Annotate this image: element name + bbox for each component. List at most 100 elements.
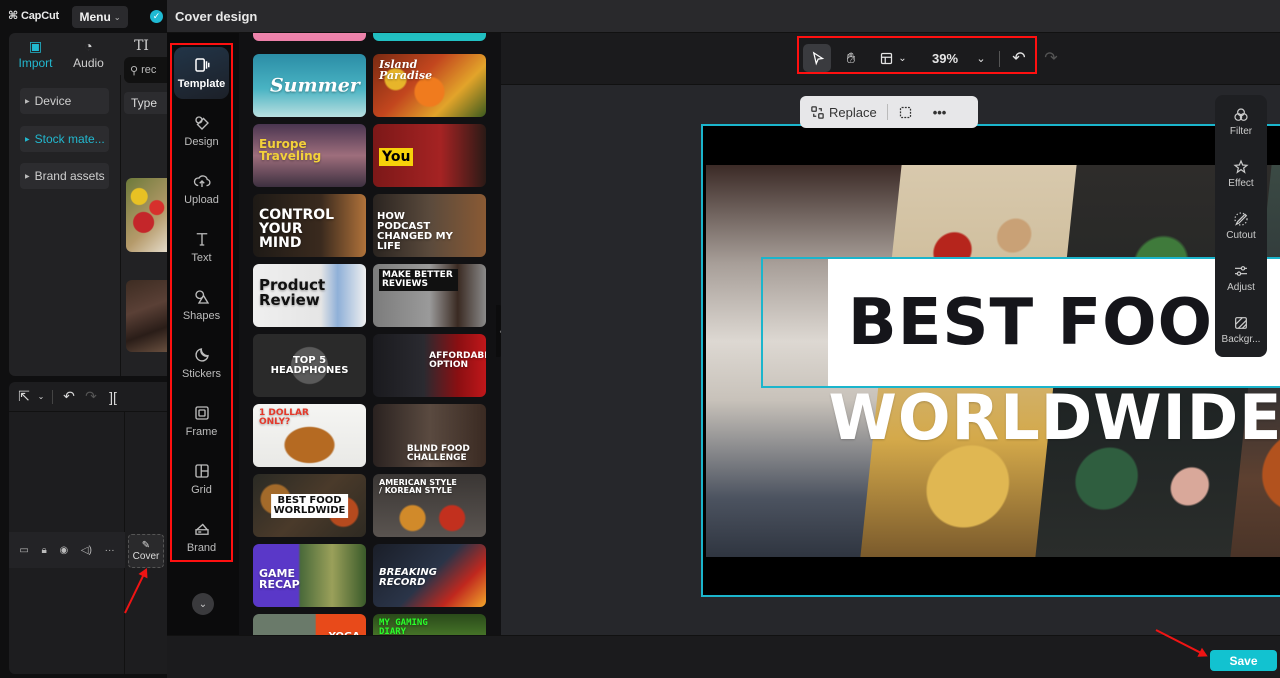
template-title: Europe Traveling (259, 137, 322, 163)
property-rail: Filter Effect Cutout Adjust Backgr... (1215, 95, 1267, 357)
template-title: AFFORDABLE OPTION (429, 351, 486, 370)
search-icon: ⚲ (130, 64, 139, 77)
lock-icon[interactable]: 🔒︎ (41, 545, 46, 556)
template-card-yoga[interactable]: YOGA (253, 614, 366, 635)
replace-button[interactable]: Replace (800, 105, 887, 120)
sync-check-icon: ✓ (150, 10, 163, 23)
prop-filter[interactable]: Filter (1215, 99, 1267, 145)
caret-right-icon: ▶ (25, 173, 30, 180)
track-thumbnail-icon[interactable]: ▭ (19, 545, 28, 556)
nav-item-stock-material[interactable]: ▶ Stock mate... (20, 126, 109, 152)
stock-thumbnail-vegetables[interactable] (126, 178, 170, 252)
prop-label: Backgr... (1221, 334, 1261, 345)
template-card-podcast[interactable]: HOW PODCAST CHANGED MY LIFE (373, 194, 486, 257)
timeline-toolbar: ⇱ ⌄ ↶ ↷ ][ (9, 382, 169, 412)
canvas-area: ✋︎ ⌄ 39% ⌄ ↶ ↷ BEST FOOD WORLDWIDE Repla… (501, 33, 1280, 635)
import-icon: ▣ (28, 38, 43, 54)
edit-pencil-icon: ✎ (141, 540, 151, 551)
template-card-island[interactable]: Island Paradise (373, 54, 486, 117)
template-card-gaming[interactable]: MY GAMING DIARY (373, 614, 486, 635)
effect-icon (1233, 159, 1249, 174)
template-card-pink[interactable] (253, 33, 366, 41)
capcut-logo: ⌘ CapCut (8, 9, 59, 23)
prop-background[interactable]: Backgr... (1215, 307, 1267, 353)
template-title: TOP 5 HEADPHONES (270, 354, 349, 376)
nav-item-brand-assets[interactable]: ▶ Brand assets (20, 163, 109, 189)
template-card-affordable[interactable]: AFFORDABLE OPTION (373, 334, 486, 397)
template-card-product[interactable]: Product Review (253, 264, 366, 327)
prop-adjust[interactable]: Adjust (1215, 255, 1267, 301)
template-title: MAKE BETTER REVIEWS (379, 269, 459, 291)
element-context-bar: Replace ••• (800, 96, 978, 128)
search-value: rec (141, 64, 157, 76)
template-card-pool[interactable] (373, 33, 486, 41)
smart-crop-button[interactable] (888, 105, 923, 120)
more-icon: ••• (932, 104, 947, 120)
split-icon[interactable]: ][ (102, 389, 124, 405)
chevron-down-icon[interactable]: ⌄ (35, 392, 47, 401)
prop-label: Cutout (1226, 230, 1256, 241)
tab-label: Audio (73, 56, 104, 70)
template-card-headphones[interactable]: TOP 5 HEADPHONES (253, 334, 366, 397)
template-title: AMERICAN STYLE / KOREAN STYLE (379, 478, 457, 495)
menu-button[interactable]: Menu ⌄ (72, 6, 128, 28)
template-card-reviews[interactable]: MAKE BETTER REVIEWS (373, 264, 486, 327)
modal-footer (167, 635, 1280, 678)
template-title: HOW PODCAST CHANGED MY LIFE (377, 211, 453, 252)
stock-thumbnail-chocolate[interactable] (126, 280, 170, 352)
cover-button[interactable]: ✎ Cover (128, 534, 164, 568)
logo-text: CapCut (21, 9, 59, 22)
replace-icon (811, 105, 824, 119)
template-card-game[interactable]: GAME RECAP (253, 544, 366, 607)
cover-label: Cover (132, 551, 160, 562)
audio-icon: ◔ (84, 38, 93, 54)
more-options-button[interactable]: ••• (923, 105, 957, 120)
template-card-summer[interactable]: Summer (253, 54, 366, 117)
more-icon[interactable]: ··· (105, 545, 115, 556)
save-button[interactable]: Save (1210, 650, 1277, 671)
selection-box[interactable] (761, 257, 1280, 388)
cover-title-line2[interactable]: WORLDWIDE (706, 381, 1280, 454)
template-title: Island Paradise (379, 58, 433, 82)
adjust-icon (1235, 266, 1247, 276)
eye-icon[interactable]: ◉ (60, 545, 69, 556)
volume-icon[interactable]: ◁) (81, 545, 92, 556)
redo-icon: ↷ (1044, 50, 1058, 67)
template-title: BLIND FOOD CHALLENGE (406, 444, 470, 463)
canvas-toolbar: ✋︎ ⌄ 39% ⌄ ↶ ↷ (501, 33, 1280, 85)
undo-icon[interactable]: ↶ (58, 388, 80, 405)
redo-button[interactable]: ↷ (1039, 44, 1063, 72)
template-card-europe[interactable]: Europe Traveling (253, 124, 366, 187)
template-card-hockey[interactable]: BREAKING RECORD (373, 544, 486, 607)
nav-label: Device (34, 94, 72, 108)
cover-canvas[interactable]: BEST FOOD WORLDWIDE (701, 124, 1280, 597)
rail-expand-button[interactable]: ⌄ (192, 593, 214, 615)
template-card-burger[interactable]: 1 DOLLAR ONLY? (253, 404, 366, 467)
template-card-mind[interactable]: CONTROL YOUR MIND (253, 194, 366, 257)
redo-icon[interactable]: ↷ (80, 388, 102, 405)
nav-item-device[interactable]: ▶ Device (20, 88, 109, 114)
template-card-you[interactable]: You (373, 124, 486, 187)
prop-effect[interactable]: Effect (1215, 151, 1267, 197)
nav-label: Stock mate... (34, 132, 105, 146)
crop-frame-icon (899, 106, 911, 118)
prop-cutout[interactable]: Cutout (1215, 203, 1267, 249)
template-card-blind[interactable]: BLIND FOOD CHALLENGE (373, 404, 486, 467)
modal-header: Cover design (167, 0, 1280, 33)
tab-import[interactable]: ▣ Import (9, 33, 62, 75)
menu-label: Menu (79, 10, 111, 24)
template-card-bestfood[interactable]: BEST FOOD WORLDWIDE (253, 474, 366, 537)
template-title: GAME RECAP (259, 567, 300, 591)
template-title: You (379, 148, 414, 166)
chevron-down-icon: ⌄ (113, 12, 121, 22)
tab-audio[interactable]: ◔ Audio (62, 33, 115, 75)
filter-icon (1234, 108, 1248, 121)
template-card-chicken[interactable]: AMERICAN STYLE / KOREAN STYLE (373, 474, 486, 537)
prop-label: Effect (1228, 178, 1254, 189)
chevron-down-icon: ⌄ (198, 598, 208, 610)
capcut-logo-icon: ⌘ (8, 10, 19, 22)
cover-design-modal: Cover design Template Design Upload Text… (167, 0, 1280, 678)
type-filter-label: Type (131, 96, 158, 110)
select-cursor-icon[interactable]: ⇱ (13, 388, 35, 405)
template-title: BEST FOOD WORLDWIDE (270, 493, 349, 518)
